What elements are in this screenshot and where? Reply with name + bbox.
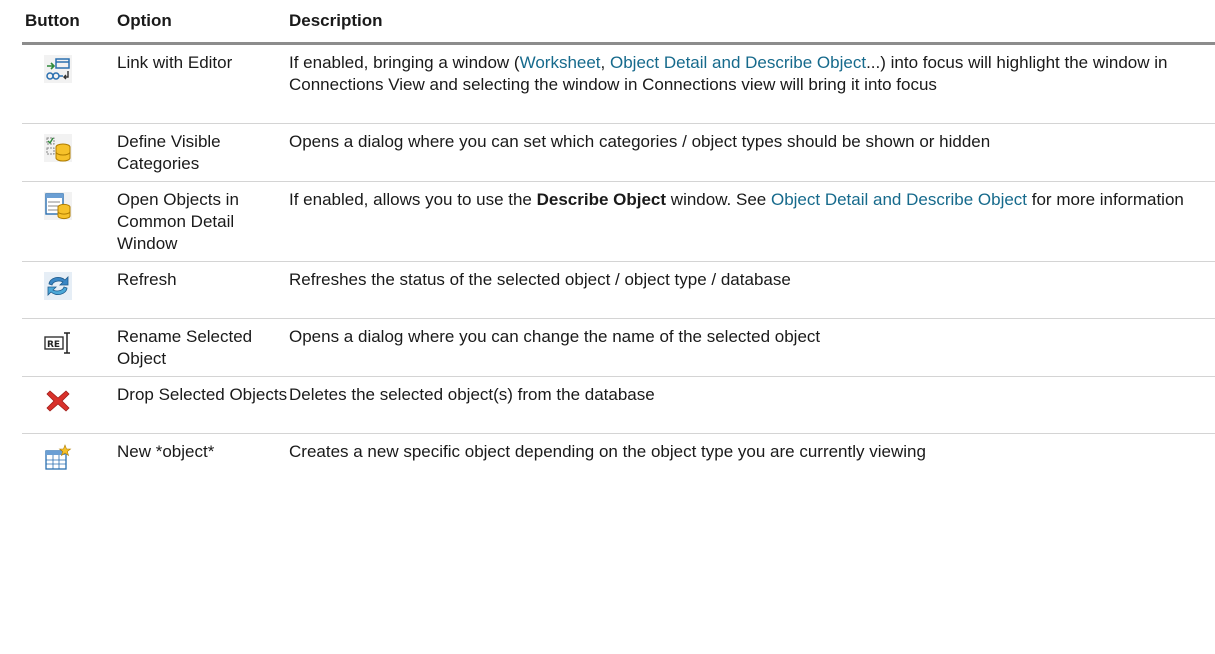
option-label: Define Visible Categories — [117, 132, 221, 173]
table-row-open-objects-common-detail: Open Objects in Common Detail Window If … — [22, 182, 1215, 262]
option-label: Rename Selected Object — [117, 327, 253, 368]
new-object-icon[interactable] — [43, 443, 73, 473]
option-label: New *object* — [117, 442, 215, 461]
description: Creates a new specific object depending … — [289, 442, 926, 461]
define-visible-categories-icon[interactable] — [43, 133, 73, 163]
description: If enabled, bringing a window (Worksheet… — [289, 53, 1168, 94]
header-description: Description — [289, 11, 383, 30]
rename-icon[interactable]: RE — [43, 328, 73, 358]
description: Deletes the selected object(s) from the … — [289, 385, 655, 404]
header-option: Option — [117, 11, 172, 30]
table-header: Button Option Description — [22, 0, 1215, 45]
refresh-icon[interactable] — [43, 271, 73, 301]
svg-text:RE: RE — [47, 340, 60, 350]
option-label: Refresh — [117, 270, 177, 289]
table-row-link-with-editor: Link with Editor If enabled, bringing a … — [22, 45, 1215, 124]
worksheet-link[interactable]: Worksheet — [520, 53, 601, 72]
description: Refreshes the status of the selected obj… — [289, 270, 791, 289]
description: If enabled, allows you to use the Descri… — [289, 190, 1184, 209]
table-row-rename: RE Rename Selected Object Opens a dialog… — [22, 319, 1215, 377]
link-with-editor-icon[interactable] — [43, 54, 73, 84]
drop-icon[interactable] — [43, 386, 73, 416]
table-row-define-visible-categories: Define Visible Categories Opens a dialog… — [22, 124, 1215, 182]
description: Opens a dialog where you can change the … — [289, 327, 821, 346]
option-label: Open Objects in Common Detail Window — [117, 190, 239, 253]
option-label: Link with Editor — [117, 53, 233, 72]
options-table: Button Option Description Link with Edit… — [22, 0, 1215, 504]
description: Opens a dialog where you can set which c… — [289, 132, 991, 151]
table-row-new-object: New *object* Creates a new specific obje… — [22, 434, 1215, 504]
object-detail-link[interactable]: Object Detail and Describe Object — [610, 53, 866, 72]
open-objects-common-detail-icon[interactable] — [43, 191, 73, 221]
table-row-refresh: Refresh Refreshes the status of the sele… — [22, 262, 1215, 319]
header-button: Button — [25, 11, 80, 30]
option-label: Drop Selected Objects — [117, 385, 288, 404]
table-row-drop: Drop Selected Objects Deletes the select… — [22, 377, 1215, 434]
object-detail-link[interactable]: Object Detail and Describe Object — [771, 190, 1027, 209]
